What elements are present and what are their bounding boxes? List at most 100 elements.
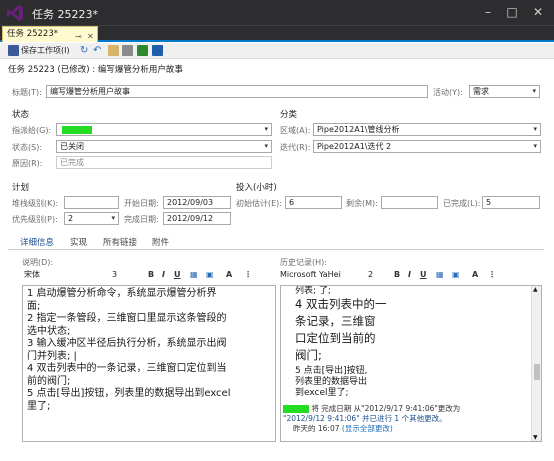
category-section: 分类	[280, 110, 298, 120]
priority-label: 优先级别(P):	[12, 215, 58, 224]
start-date-input[interactable]: 2012/09/03	[163, 196, 231, 209]
tab-details[interactable]: 详细信息	[20, 236, 54, 248]
finish-date-label: 完成日期:	[124, 215, 159, 224]
tab-implementation[interactable]: 实现	[70, 236, 87, 248]
close-window-icon[interactable]: ✕	[528, 3, 548, 21]
underline-icon[interactable]: U	[174, 269, 181, 281]
area-select[interactable]: Pipe2012A1\管线分析 ▾	[313, 123, 541, 136]
chevron-down-icon: ▾	[533, 142, 537, 150]
area-label: 区域(A):	[280, 126, 311, 135]
tab-divider	[8, 249, 544, 250]
visual-studio-logo-icon	[7, 5, 23, 21]
insert-image-icon[interactable]: ▣	[206, 269, 214, 281]
iteration-select[interactable]: Pipe2012A1\迭代 2 ▾	[313, 140, 541, 153]
font-select[interactable]: 宋体	[24, 269, 40, 281]
excel-icon[interactable]	[137, 45, 148, 56]
chevron-down-icon: ▾	[264, 125, 268, 133]
outlook-icon[interactable]	[152, 45, 163, 56]
remaining-input[interactable]	[381, 196, 438, 209]
state-section: 状态	[12, 110, 30, 120]
clear-format-icon[interactable]: ⋮	[244, 269, 252, 281]
save-work-item-button[interactable]: 保存工作项(I)	[21, 45, 70, 57]
bold-icon[interactable]: B	[394, 269, 400, 281]
underline-icon[interactable]: U	[420, 269, 427, 281]
description-label: 说明(D):	[22, 258, 54, 267]
format-icon[interactable]: ▦	[436, 269, 444, 281]
refresh-icon[interactable]: ↻	[80, 45, 88, 57]
remaining-label: 剩余(M):	[346, 199, 378, 208]
original-estimate-input[interactable]: 6	[285, 196, 342, 209]
window-title: 任务 25223*	[32, 8, 98, 21]
maximize-icon[interactable]: □	[502, 3, 522, 21]
start-date-label: 开始日期:	[124, 199, 159, 208]
state-select[interactable]: 已关闭 ▾	[56, 140, 272, 153]
redacted-name	[62, 125, 92, 134]
effort-section: 投入(小时)	[236, 183, 277, 193]
bold-icon[interactable]: B	[148, 269, 154, 281]
finish-date-input[interactable]: 2012/09/12	[163, 212, 231, 225]
document-tab-label: 任务 25223*	[7, 29, 58, 39]
planning-section: 计划	[12, 183, 30, 193]
history-large-text: 4 双击列表中的一 条记录，三维窗 口定位到当前的 阀门;	[295, 297, 387, 362]
font-size-select[interactable]: 2	[368, 269, 373, 281]
show-all-changes-link[interactable]: (显示全部更改)	[342, 424, 393, 433]
chevron-down-icon: ▾	[264, 142, 268, 150]
history-scrollbar[interactable]: ▲ ▼	[531, 286, 541, 441]
document-tab-strip: 任务 25223* ⊸ ✕	[0, 26, 554, 42]
title-input[interactable]: 编写爆管分析用户故事	[46, 85, 428, 98]
description-editor[interactable]: 1 启动爆管分析命令，系统显示爆管分析界 面; 2 指定一条管段，三维窗口里显示这…	[22, 285, 276, 442]
toolbar: 保存工作项(I) ↻ ↶	[0, 43, 554, 59]
tab-all-links[interactable]: 所有链接	[103, 236, 137, 248]
reason-label: 原因(R):	[12, 159, 43, 168]
iteration-label: 迭代(R):	[280, 143, 311, 152]
scroll-up-icon: ▲	[533, 286, 538, 293]
font-color-icon[interactable]: A	[226, 269, 232, 281]
reason-field: 已完成	[56, 156, 272, 169]
font-size-select[interactable]: 3	[112, 269, 117, 281]
scrollbar-thumb[interactable]	[534, 364, 540, 380]
assigned-to-label: 指派给(G):	[12, 126, 52, 135]
title-bar: 任务 25223* – □ ✕	[0, 0, 554, 26]
assigned-to-select[interactable]: ▾	[56, 123, 272, 136]
priority-select[interactable]: 2 ▾	[64, 212, 119, 225]
activity-select[interactable]: 需求 ▾	[469, 85, 540, 98]
history-entry: 将 完成日期 从"2012/9/17 9:41:06"更改为 "2012/9/1…	[283, 404, 461, 433]
minimize-icon[interactable]: –	[478, 3, 498, 21]
history-panel[interactable]: 列表; 了; 4 双击列表中的一 条记录，三维窗 口定位到当前的 阀门; 5 点击[…	[280, 285, 542, 442]
activity-label: 活动(Y):	[433, 88, 463, 97]
stack-rank-label: 堆栈级别(K):	[12, 199, 59, 208]
document-tab[interactable]: 任务 25223* ⊸ ✕	[2, 26, 98, 42]
description-editor-toolbar: 宋体 3 B I U ▦ ▣ A ⋮	[22, 269, 272, 281]
close-tab-icon[interactable]: ✕	[87, 29, 94, 44]
format-icon[interactable]: ▦	[190, 269, 198, 281]
link-icon[interactable]	[108, 45, 119, 56]
state-label: 状态(S):	[12, 143, 43, 152]
completed-label: 已完成(L):	[443, 199, 481, 208]
italic-icon[interactable]: I	[162, 269, 165, 281]
pin-icon[interactable]: ⊸	[75, 29, 82, 44]
chevron-down-icon: ▾	[533, 125, 537, 133]
history-label: 历史记录(H):	[280, 258, 327, 267]
tab-attachments[interactable]: 附件	[152, 236, 169, 248]
undo-icon[interactable]: ↶	[93, 45, 101, 57]
copy-icon[interactable]	[122, 45, 133, 56]
original-estimate-label: 初始估计(E):	[236, 199, 282, 208]
completed-input[interactable]: 5	[482, 196, 540, 209]
scroll-down-icon: ▼	[533, 434, 538, 441]
redacted-name	[283, 405, 309, 413]
history-entry-time: 昨天的 16:07	[293, 424, 340, 433]
insert-image-icon[interactable]: ▣	[452, 269, 460, 281]
italic-icon[interactable]: I	[408, 269, 411, 281]
history-editor-toolbar: Microsoft YaHei 2 B I U ▦ ▣ A ⋮	[280, 269, 542, 281]
title-label: 标题(T):	[12, 88, 42, 97]
work-item-header: 任务 25223 (已修改) : 编写爆管分析用户故事	[8, 65, 183, 75]
description-text[interactable]: 1 启动爆管分析命令，系统显示爆管分析界 面; 2 指定一条管段，三维窗口里显示这…	[27, 288, 273, 413]
history-small-text: 5 点击[导出]按钮, 列表里的数据导出 到excel里了;	[295, 366, 368, 398]
font-select[interactable]: Microsoft YaHei	[280, 269, 341, 281]
save-icon[interactable]	[8, 45, 19, 56]
chevron-down-icon: ▾	[111, 214, 115, 222]
stack-rank-input[interactable]	[64, 196, 119, 209]
history-embedded-content: 列表; 了; 4 双击列表中的一 条记录，三维窗 口定位到当前的 阀门; 5 点击[…	[281, 286, 531, 402]
clear-format-icon[interactable]: ⋮	[488, 269, 496, 281]
font-color-icon[interactable]: A	[472, 269, 478, 281]
